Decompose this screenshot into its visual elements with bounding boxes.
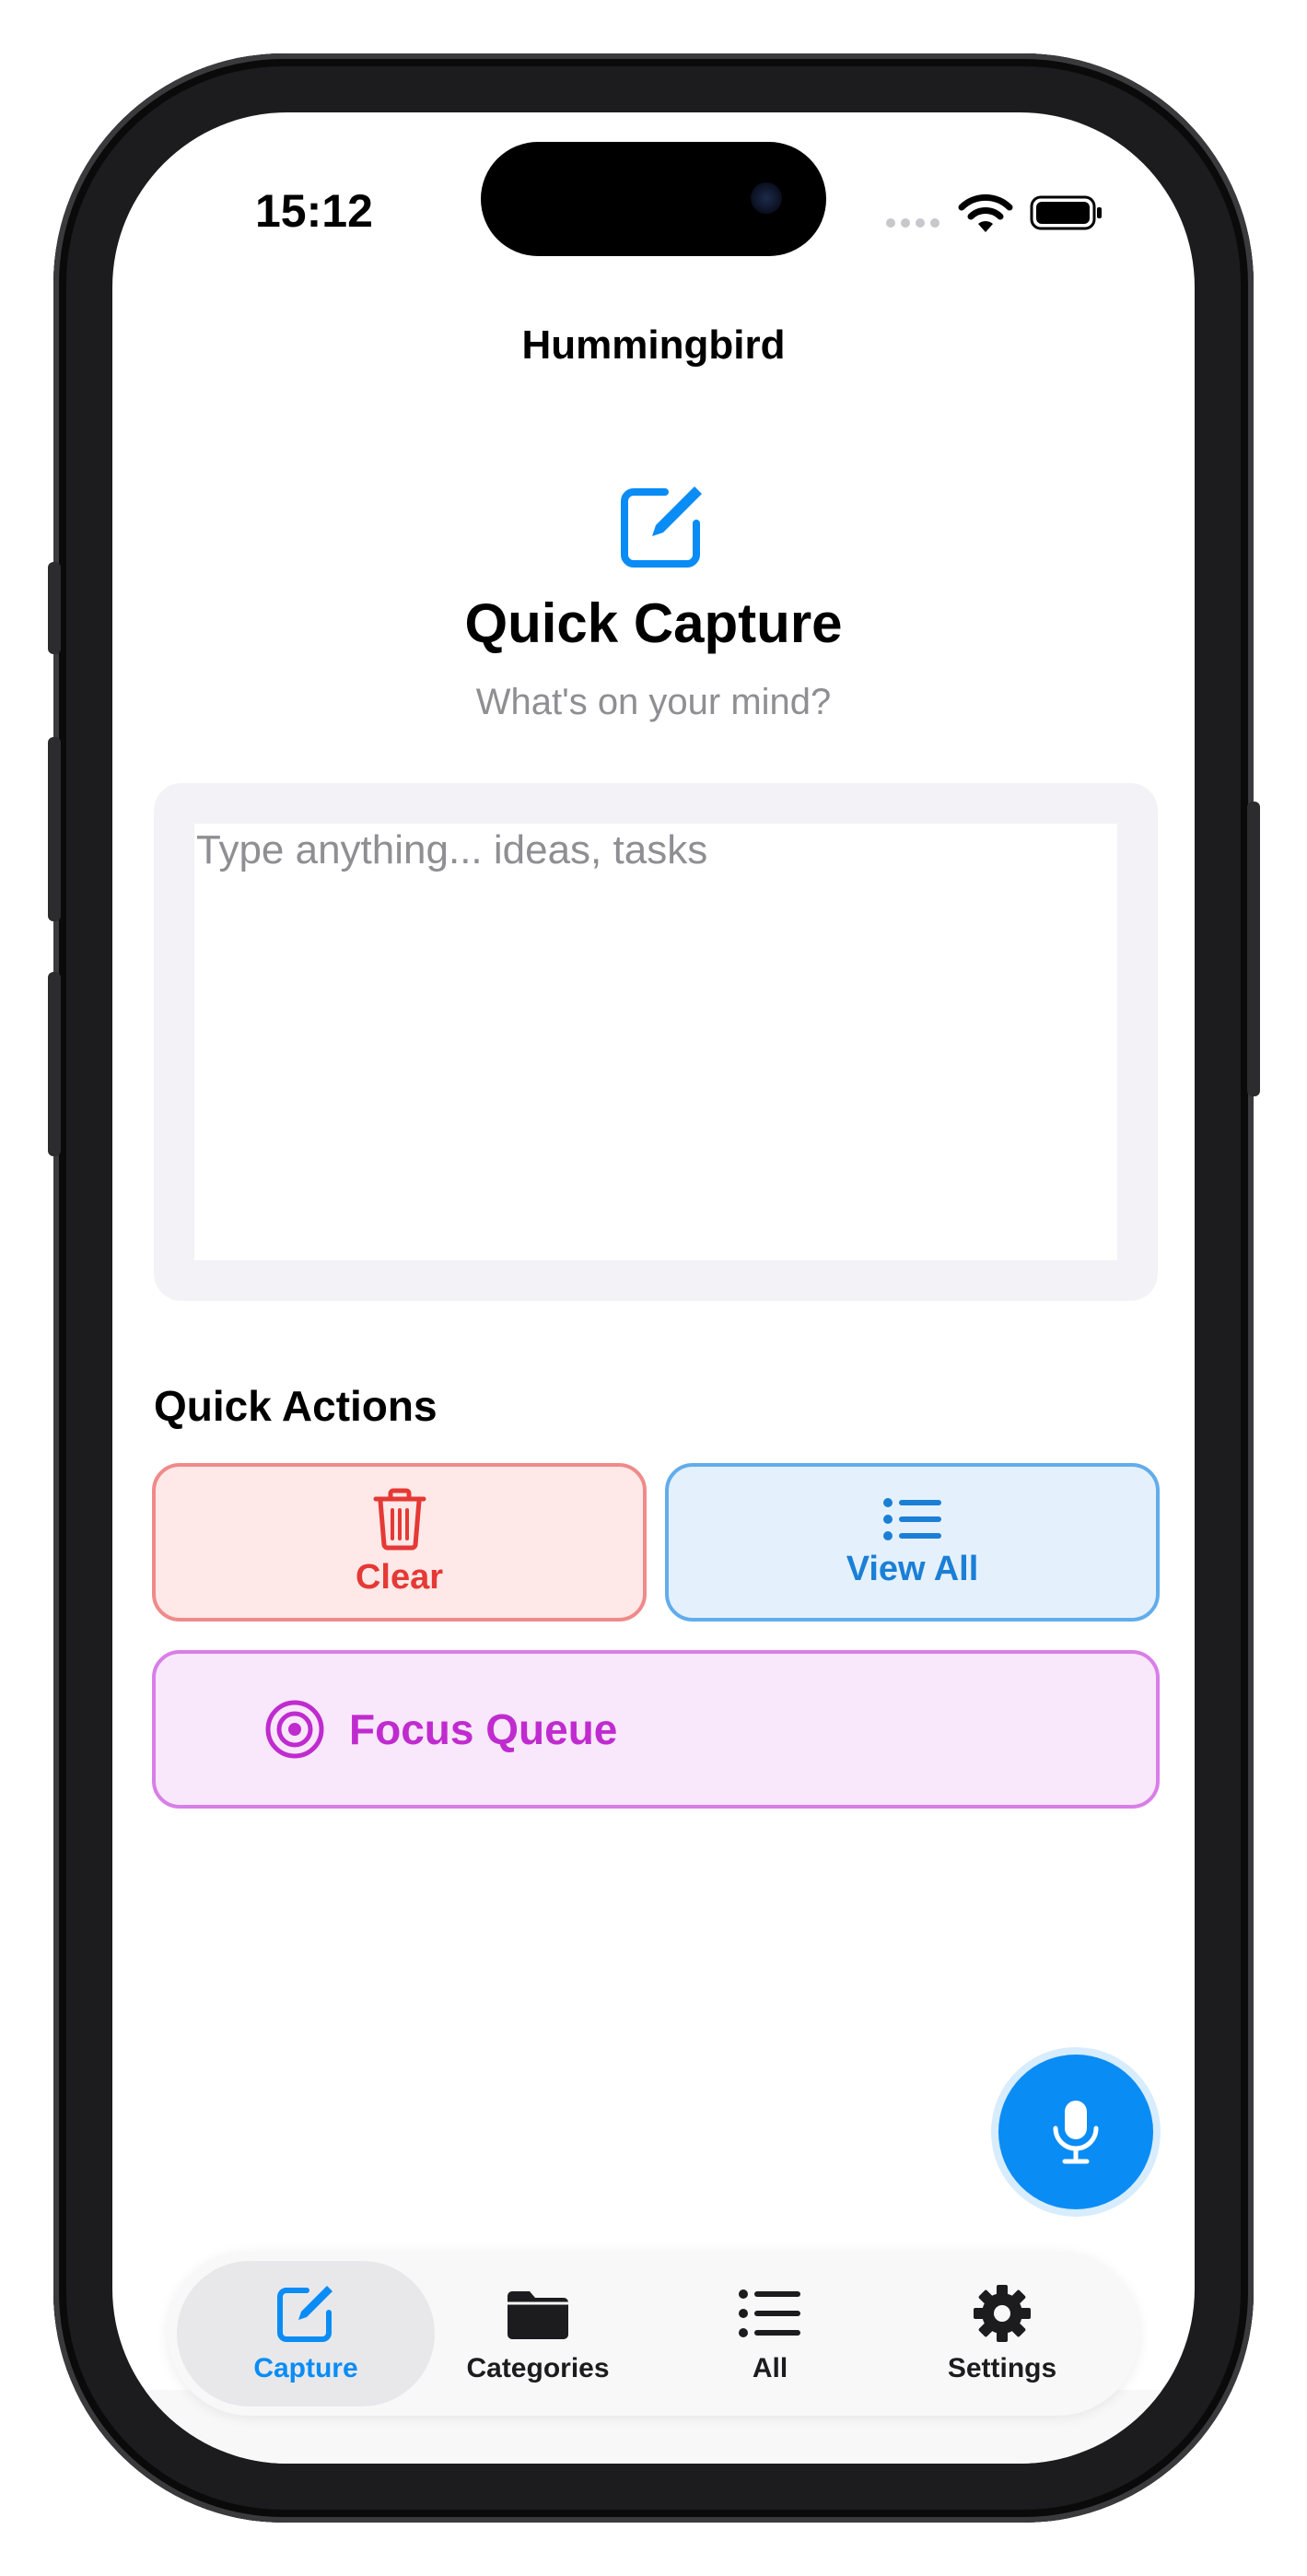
cellular-signal-icon: [886, 216, 945, 232]
folder-icon: [508, 2291, 568, 2339]
action-button: [48, 562, 61, 654]
dynamic-island: [481, 142, 826, 256]
nav-title: Hummingbird: [521, 322, 786, 368]
tab-capture[interactable]: Capture: [177, 2261, 435, 2406]
power-button: [1247, 802, 1260, 1096]
clear-button[interactable]: Clear: [152, 1463, 647, 1622]
capture-input-container: [154, 783, 1158, 1301]
wifi-icon: [958, 193, 1013, 232]
clear-label: Clear: [355, 1557, 444, 1597]
view-all-button[interactable]: View All: [665, 1463, 1160, 1622]
tab-all[interactable]: All: [641, 2261, 899, 2406]
tab-categories[interactable]: Categories: [409, 2261, 667, 2406]
list-icon: [739, 2289, 800, 2337]
trash-icon: [373, 1488, 426, 1550]
target-icon: [265, 1700, 324, 1759]
microphone-button[interactable]: [998, 2055, 1153, 2209]
microphone-icon: [1053, 2101, 1099, 2164]
status-time: 15:12: [255, 185, 373, 237]
gear-icon: [974, 2285, 1031, 2342]
volume-up-button: [48, 737, 61, 921]
square-pencil-icon: [621, 486, 702, 568]
tab-settings[interactable]: Settings: [873, 2261, 1131, 2406]
focus-queue-label: Focus Queue: [349, 1705, 618, 1753]
volume-down-button: [48, 972, 61, 1156]
battery-icon: [1030, 195, 1102, 230]
tab-label: All: [752, 2353, 788, 2383]
app-screen: 15:12 Hummingbird Quick Capture What's o…: [112, 112, 1195, 2464]
capture-input[interactable]: [194, 824, 1117, 1260]
tab-label: Settings: [947, 2353, 1057, 2383]
list-icon: [882, 1497, 941, 1540]
camera-icon: [751, 182, 782, 214]
tab-label: Categories: [466, 2353, 610, 2383]
tab-label: Capture: [253, 2353, 358, 2383]
quick-actions-heading: Quick Actions: [154, 1382, 438, 1430]
focus-queue-button[interactable]: Focus Queue: [152, 1650, 1160, 1809]
page-subtitle: What's on your mind?: [475, 682, 832, 722]
page-title: Quick Capture: [464, 592, 843, 654]
view-all-label: View All: [846, 1549, 979, 1588]
tab-bar: Capture Categories All Settings: [168, 2252, 1139, 2416]
square-pencil-icon: [277, 2286, 333, 2342]
